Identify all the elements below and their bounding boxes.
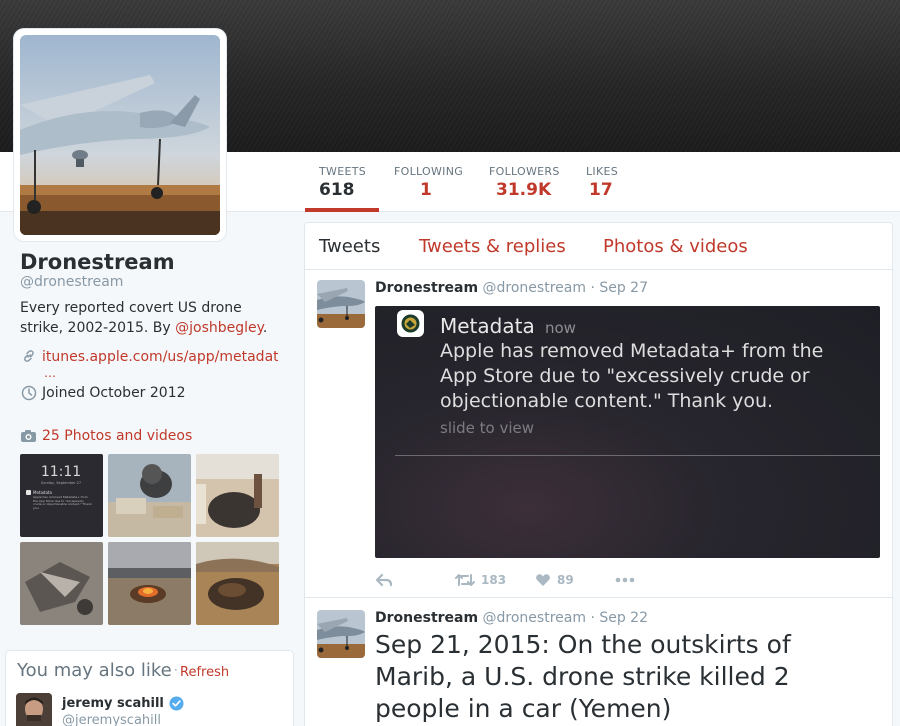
photo-thumb[interactable] bbox=[196, 542, 279, 625]
tab-tweets-replies[interactable]: Tweets & replies bbox=[419, 236, 566, 257]
like-button[interactable]: 89 bbox=[535, 573, 615, 587]
stat-label: LIKES bbox=[586, 165, 619, 178]
stat-label: TWEETS bbox=[319, 165, 366, 178]
tweet-author-handle[interactable]: @dronestream bbox=[483, 280, 586, 296]
profile-website: itunes.apple.com/us/app/metadat bbox=[20, 349, 278, 365]
reply-button[interactable] bbox=[375, 573, 455, 587]
thumb-text: Apple has removed Metadata+ from the App… bbox=[33, 496, 92, 510]
wtf-refresh-link[interactable]: Refresh bbox=[180, 665, 229, 680]
wtf-title: You may also like bbox=[17, 660, 172, 681]
reply-icon bbox=[375, 573, 393, 587]
tweet-date[interactable]: · Sep 27 bbox=[590, 280, 648, 296]
tweet-header: Dronestream @dronestream · Sep 27 bbox=[375, 280, 648, 296]
photo-thumb[interactable] bbox=[196, 454, 279, 537]
tweet-header: Dronestream @dronestream · Sep 22 bbox=[375, 610, 648, 626]
photos-label: 25 Photos and videos bbox=[42, 428, 193, 444]
website-link[interactable]: itunes.apple.com/us/app/metadat bbox=[42, 349, 278, 365]
retweet-icon bbox=[455, 574, 475, 586]
drone-avatar-image bbox=[20, 35, 220, 235]
profile-name[interactable]: Dronestream bbox=[20, 250, 175, 274]
tab-photos-videos[interactable]: Photos & videos bbox=[603, 236, 748, 257]
profile-bio: Every reported covert US drone strike, 2… bbox=[20, 298, 280, 338]
wtf-user-name[interactable]: jeremy scahill bbox=[62, 696, 184, 711]
profile-joined: Joined October 2012 bbox=[20, 385, 186, 401]
bio-end: . bbox=[262, 320, 268, 336]
timeline-tabs: Tweets Tweets & replies Photos & videos bbox=[305, 223, 892, 270]
tweet-text: Sep 21, 2015: On the outskirts of Marib,… bbox=[375, 630, 791, 723]
profile-handle[interactable]: @dronestream bbox=[20, 274, 123, 290]
tweet[interactable]: Dronestream @dronestream · Sep 27 Metada… bbox=[305, 270, 892, 598]
thumb-date: Sunday, September 27 bbox=[41, 481, 81, 485]
thumb-time: 11:11 bbox=[41, 464, 81, 480]
more-button[interactable] bbox=[615, 577, 635, 583]
like-count: 89 bbox=[557, 573, 574, 587]
tweet-media-image[interactable]: Metadata now Apple has removed Metadata+… bbox=[375, 306, 880, 558]
tweet-author-handle[interactable]: @dronestream bbox=[483, 610, 586, 626]
more-dots-icon bbox=[615, 577, 635, 583]
notification-slide-hint: slide to view bbox=[440, 419, 535, 437]
metadata-app-icon bbox=[397, 310, 424, 337]
timeline: Tweets Tweets & replies Photos & videos … bbox=[304, 222, 893, 726]
stat-label: FOLLOWING bbox=[394, 165, 464, 178]
joined-text: Joined October 2012 bbox=[42, 385, 186, 401]
wtf-user-handle[interactable]: @jeremyscahill bbox=[62, 713, 161, 726]
tweet-author-name[interactable]: Dronestream bbox=[375, 610, 478, 626]
stat-likes[interactable]: LIKES 17 bbox=[586, 152, 636, 212]
stat-followers[interactable]: FOLLOWERS 31.9K bbox=[489, 152, 569, 212]
tweet-avatar[interactable] bbox=[317, 610, 365, 658]
camera-icon bbox=[21, 430, 36, 442]
stat-label: FOLLOWERS bbox=[489, 165, 560, 178]
profile-avatar[interactable] bbox=[14, 29, 226, 241]
tab-tweets[interactable]: Tweets bbox=[319, 236, 380, 257]
stat-following[interactable]: FOLLOWING 1 bbox=[394, 152, 474, 212]
photo-thumb[interactable] bbox=[108, 542, 191, 625]
website-ellipsis: … bbox=[44, 366, 58, 380]
notification-time: now bbox=[545, 319, 576, 337]
wtf-separator: · bbox=[174, 663, 178, 677]
photo-thumb[interactable]: 11:11 Sunday, September 27 Metadata Appl… bbox=[20, 454, 103, 537]
who-to-follow-module: You may also like · Refresh jeremy scahi… bbox=[5, 650, 294, 726]
tweet-avatar[interactable] bbox=[317, 280, 365, 328]
tweet-date[interactable]: · Sep 22 bbox=[590, 610, 648, 626]
stat-value: 618 bbox=[319, 180, 355, 200]
photo-thumb[interactable] bbox=[20, 542, 103, 625]
heart-icon bbox=[536, 574, 550, 586]
tweet[interactable]: Dronestream @dronestream · Sep 22 Sep 21… bbox=[305, 599, 892, 726]
retweet-button[interactable]: 183 bbox=[455, 573, 535, 587]
thumb-app: Metadata bbox=[33, 490, 52, 495]
tweet-actions: 183 89 bbox=[375, 573, 635, 587]
stat-value: 1 bbox=[420, 180, 432, 200]
photo-thumb[interactable] bbox=[108, 454, 191, 537]
user-avatar[interactable] bbox=[16, 693, 52, 726]
calendar-clock-icon bbox=[20, 385, 38, 401]
bio-mention-link[interactable]: @joshbegley bbox=[175, 320, 263, 336]
verified-badge-icon bbox=[169, 696, 184, 711]
retweet-count: 183 bbox=[481, 573, 507, 587]
user-name: jeremy scahill bbox=[62, 696, 164, 711]
stat-tweets[interactable]: TWEETS 618 bbox=[305, 152, 379, 212]
stat-value: 17 bbox=[589, 180, 613, 200]
notification-body: Apple has removed Metadata+ from the App… bbox=[440, 340, 824, 412]
notification-divider bbox=[395, 455, 880, 456]
link-icon bbox=[20, 349, 38, 363]
photo-grid: 11:11 Sunday, September 27 Metadata Appl… bbox=[20, 454, 280, 625]
stat-value: 31.9K bbox=[496, 180, 552, 200]
notification-app-name: Metadata bbox=[440, 314, 535, 338]
tweet-author-name[interactable]: Dronestream bbox=[375, 280, 478, 296]
photos-videos-link[interactable]: 25 Photos and videos bbox=[20, 428, 192, 444]
